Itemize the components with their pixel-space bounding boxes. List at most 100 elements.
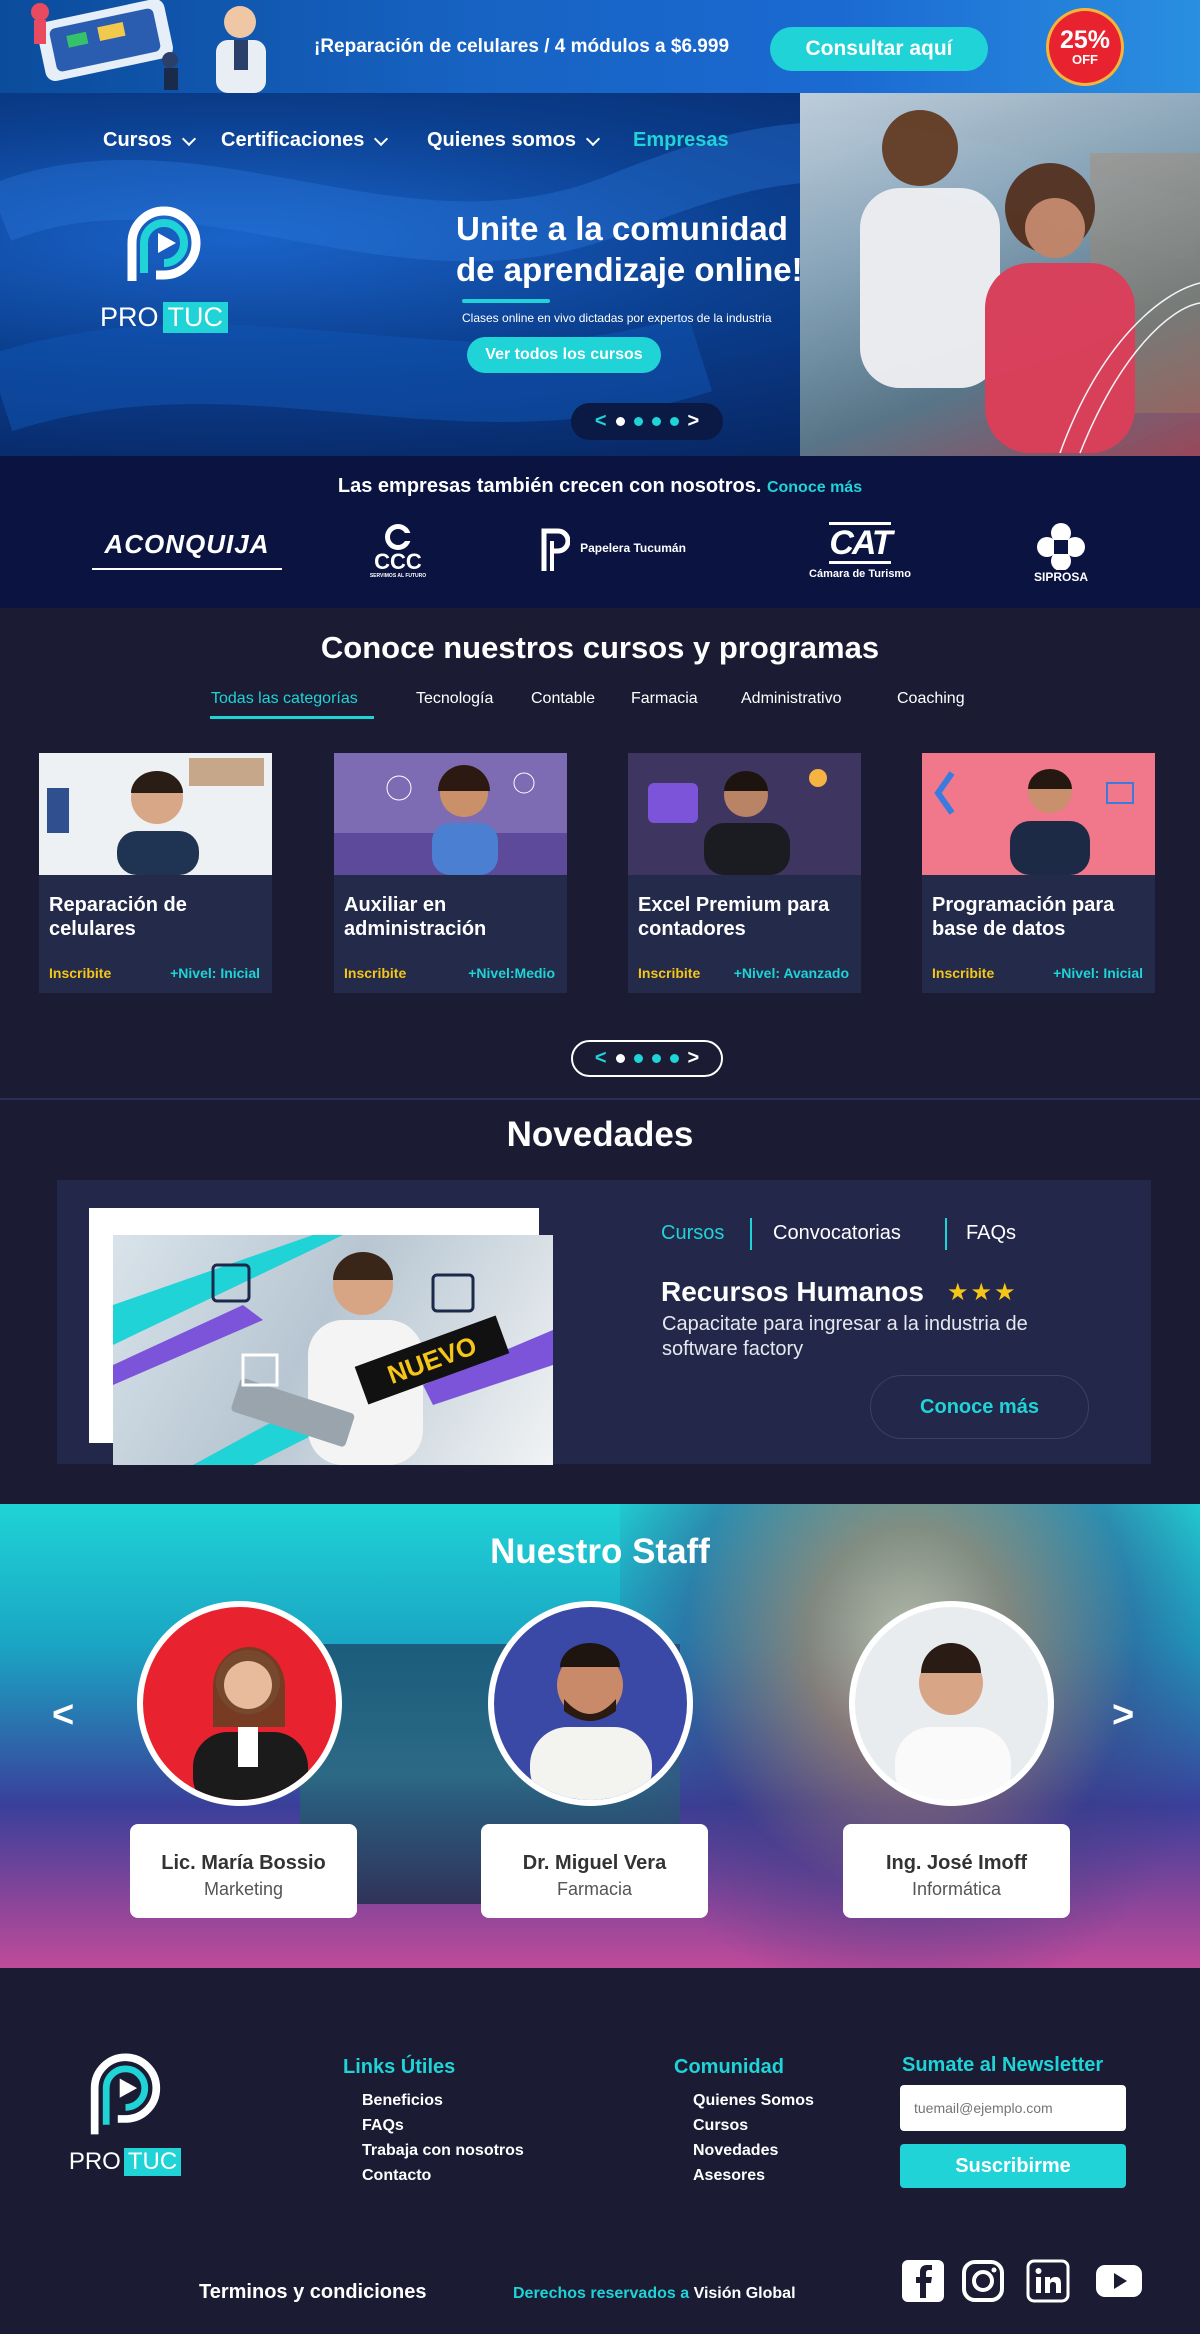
category-contable[interactable]: Contable — [531, 690, 595, 708]
staff-name: Dr. Miguel Vera — [522, 1852, 667, 1874]
course-card[interactable]: Reparación de celulares Inscribite +Nive… — [39, 753, 272, 993]
newsletter-title: Sumate al Newsletter — [902, 2054, 1104, 2076]
linkedin-icon[interactable] — [1025, 2258, 1071, 2304]
carousel-dot[interactable] — [669, 1054, 679, 1063]
know-more-button[interactable]: Conoce más — [870, 1375, 1089, 1439]
courses-section: Conoce nuestros cursos y programas Todas… — [0, 608, 1200, 1098]
chevron-right-icon[interactable]: > — [688, 410, 700, 433]
category-farmacia[interactable]: Farmacia — [631, 690, 698, 708]
tab-separator — [945, 1218, 947, 1250]
footer-link[interactable]: Quienes Somos — [693, 2088, 814, 2113]
nav-quienes-somos[interactable]: Quienes somos — [427, 129, 601, 152]
enroll-link[interactable]: Inscribite — [49, 965, 111, 981]
course-title: Programación para base de datos — [932, 894, 1115, 940]
course-level: +Nivel:Medio — [468, 965, 555, 981]
carousel-dot[interactable] — [615, 1054, 625, 1063]
footer-link[interactable]: Novedades — [693, 2138, 814, 2163]
nav-cursos-label: Cursos — [103, 129, 172, 151]
nav-empresas-label: Empresas — [633, 129, 729, 151]
enroll-link[interactable]: Inscribite — [932, 965, 994, 981]
carousel-dot[interactable] — [669, 417, 679, 426]
promo-illustration — [31, 0, 266, 93]
staff-photo — [530, 1643, 652, 1800]
staff-card[interactable]: Dr. Miguel Vera Farmacia — [481, 1824, 708, 1918]
enroll-link[interactable]: Inscribite — [638, 965, 700, 981]
course-level: +Nivel: Inicial — [1053, 965, 1143, 981]
logo-tuc: TUC — [123, 2148, 182, 2176]
chevron-down-icon — [181, 131, 196, 146]
category-all[interactable]: Todas las categorías — [211, 690, 358, 708]
footer-link[interactable]: Beneficios — [362, 2088, 524, 2113]
tab-cursos[interactable]: Cursos — [661, 1222, 724, 1245]
category-active-underline — [210, 716, 374, 719]
footer-link[interactable]: FAQs — [362, 2113, 524, 2138]
footer-link[interactable]: Asesores — [693, 2163, 814, 2188]
category-tecnologia[interactable]: Tecnología — [416, 690, 493, 708]
news-panel: NUEVO Cursos Convocatorias FAQs Recursos… — [57, 1180, 1151, 1465]
chevron-left-icon[interactable]: < — [595, 410, 607, 433]
brand-cat-tagline: Cámara de Turismo — [809, 568, 911, 580]
footer-link[interactable]: Cursos — [693, 2113, 814, 2138]
course-card[interactable]: Excel Premium para contadores Inscribite… — [628, 753, 861, 993]
tab-convocatorias[interactable]: Convocatorias — [773, 1222, 901, 1245]
discount-percent: 25% — [1059, 26, 1111, 54]
staff-card[interactable]: Lic. María Bossio Marketing — [130, 1824, 357, 1918]
news-title: Novedades — [506, 1115, 694, 1154]
news-course-title: Recursos Humanos — [661, 1276, 924, 1307]
newsletter-email-input[interactable] — [900, 2085, 1126, 2131]
carousel-dot[interactable] — [651, 417, 661, 426]
chevron-left-icon[interactable]: < — [595, 1047, 607, 1070]
nav-cursos[interactable]: Cursos — [103, 129, 196, 152]
category-administrativo[interactable]: Administrativo — [741, 690, 841, 708]
staff-name: Ing. José Imoff — [885, 1852, 1028, 1874]
protuc-logo[interactable]: PRO TUC — [100, 203, 235, 353]
hero-carousel-pager: < > — [571, 403, 723, 440]
nav-certificaciones-label: Certificaciones — [221, 129, 365, 151]
logo-mark-icon — [127, 206, 201, 281]
carousel-dot[interactable] — [651, 1054, 661, 1063]
course-image — [628, 753, 861, 875]
nav-empresas[interactable]: Empresas — [633, 129, 729, 152]
instagram-icon[interactable] — [960, 2258, 1006, 2304]
footer-logo[interactable]: PRO TUC — [60, 2044, 190, 2179]
copyright-owner[interactable]: Visión Global — [694, 2285, 796, 2302]
footer: PRO TUC Links Útiles Beneficios FAQs Tra… — [0, 1968, 1200, 2334]
facebook-icon[interactable] — [900, 2258, 946, 2304]
subscribe-button[interactable]: Suscribirme — [900, 2144, 1126, 2188]
tab-faqs[interactable]: FAQs — [966, 1222, 1016, 1245]
enroll-link[interactable]: Inscribite — [344, 965, 406, 981]
chevron-left-icon[interactable]: < — [52, 1694, 74, 1737]
papelera-logo-icon — [541, 528, 571, 571]
community-title: Comunidad — [674, 2056, 784, 2078]
course-card[interactable]: Auxiliar en administración Inscribite +N… — [334, 753, 567, 993]
copyright-prefix: Derechos reservados a — [513, 2285, 690, 2302]
links-list: Beneficios FAQs Trabaja con nosotros Con… — [362, 2088, 524, 2188]
consult-button[interactable]: Consultar aquí — [770, 27, 988, 71]
companies-statement: Las empresas también crecen con nosotros… — [337, 475, 762, 497]
course-card[interactable]: Programación para base de datos Inscribi… — [922, 753, 1155, 993]
nav-certificaciones[interactable]: Certificaciones — [221, 129, 389, 152]
category-coaching[interactable]: Coaching — [897, 690, 965, 708]
course-image — [334, 753, 567, 875]
hero-underline — [462, 299, 550, 303]
avatar — [488, 1601, 693, 1806]
ccc-logo-icon — [385, 524, 412, 550]
footer-link[interactable]: Trabaja con nosotros — [362, 2138, 524, 2163]
companies-section: Las empresas también crecen con nosotros… — [0, 456, 1200, 608]
chevron-right-icon[interactable]: > — [1112, 1694, 1134, 1737]
youtube-icon[interactable] — [1094, 2258, 1144, 2304]
all-courses-button[interactable]: Ver todos los cursos — [467, 337, 661, 373]
brand-siprosa-name: SIPROSA — [1033, 570, 1088, 584]
brand-aconquija: ACONQUIJA — [92, 520, 282, 570]
carousel-dot[interactable] — [633, 1054, 643, 1063]
footer-link[interactable]: Contacto — [362, 2163, 524, 2188]
terms-link[interactable]: Terminos y condiciones — [199, 2281, 426, 2304]
news-description: Capacitate para ingresar a la industria … — [662, 1313, 1028, 1360]
course-image — [39, 753, 272, 875]
staff-card[interactable]: Ing. José Imoff Informática — [843, 1824, 1070, 1918]
carousel-dot[interactable] — [633, 417, 643, 426]
chevron-right-icon[interactable]: > — [688, 1047, 700, 1070]
brand-cat: CAT Cámara de Turismo — [800, 520, 920, 582]
companies-link[interactable]: Conoce más — [767, 479, 862, 496]
carousel-dot[interactable] — [615, 417, 625, 426]
